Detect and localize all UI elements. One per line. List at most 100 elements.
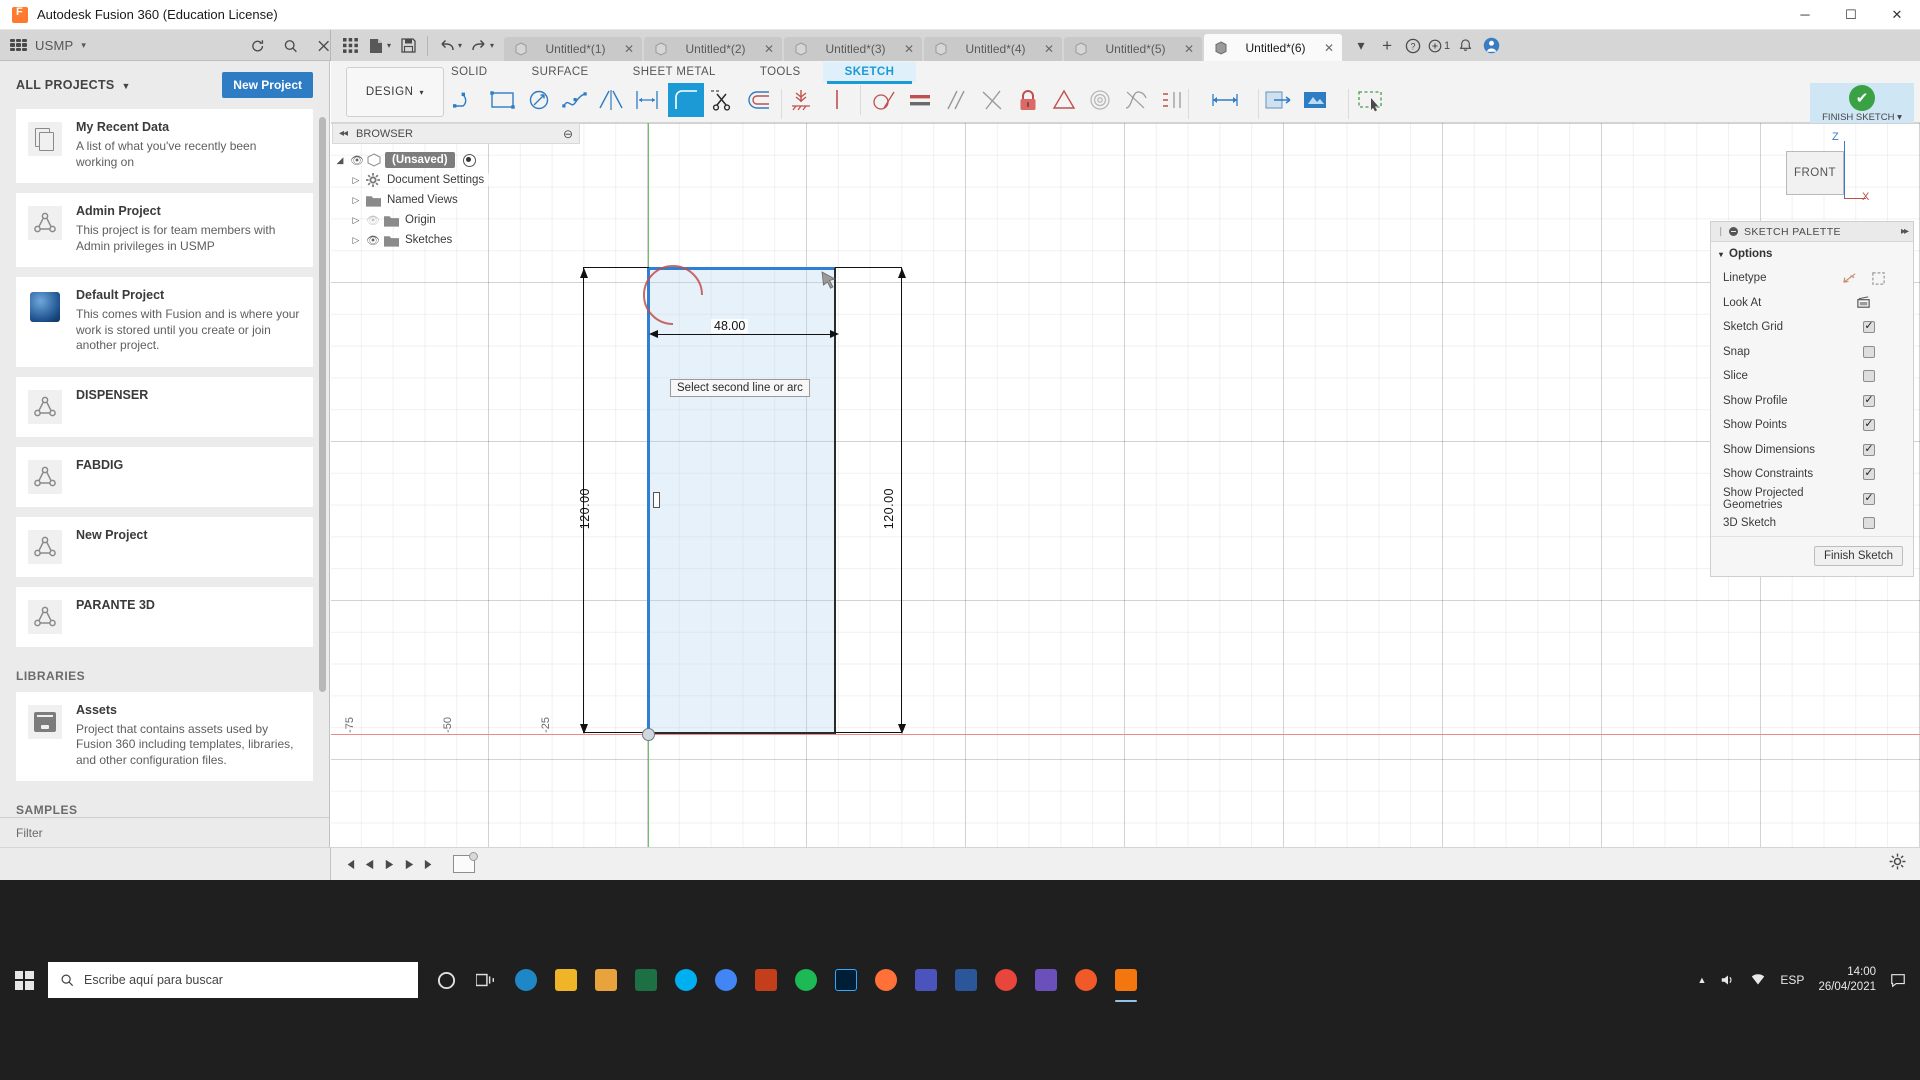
new-document-caret-icon[interactable]: ▾ <box>387 41 391 50</box>
all-projects-dropdown[interactable]: ALL PROJECTS ▼ <box>16 78 131 92</box>
snap-checkbox[interactable] <box>1863 345 1875 358</box>
project-card-parante-3d[interactable]: PARANTE 3D <box>16 586 313 647</box>
firefox-icon[interactable] <box>866 956 906 1004</box>
mirror-icon[interactable] <box>593 83 629 117</box>
tree-node-named-views[interactable]: ▷ Named Views <box>332 190 580 210</box>
project-card-fabdig[interactable]: FABDIG <box>16 446 313 507</box>
show-profile-checkbox[interactable] <box>1863 394 1875 407</box>
palette-row-show-projected-geometries[interactable]: Show Projected Geometries <box>1711 487 1913 512</box>
dimension-icon[interactable] <box>629 83 665 117</box>
sketch-line-bottom[interactable] <box>648 732 836 734</box>
expand-triangle-icon[interactable]: ▷ <box>348 175 364 186</box>
drag-grip-icon[interactable]: ❘ <box>1717 226 1725 237</box>
parallel-constraint-icon[interactable] <box>938 83 974 117</box>
library-card-assets[interactable]: Assets Project that contains assets used… <box>16 691 313 781</box>
close-tab-icon[interactable]: ✕ <box>624 42 634 56</box>
fillet-icon[interactable] <box>668 83 704 117</box>
notification-icon[interactable] <box>1890 972 1906 988</box>
palette-row-show-points[interactable]: Show Points <box>1711 413 1913 438</box>
new-project-button[interactable]: New Project <box>222 72 313 98</box>
bell-icon[interactable] <box>1452 33 1478 59</box>
circle-icon[interactable] <box>521 83 557 117</box>
help-icon[interactable]: ? <box>1400 33 1426 59</box>
doc-tab-untitled-6[interactable]: Untitled*(6) ✕ <box>1204 34 1343 61</box>
viewcube-front-face[interactable]: FRONT <box>1786 151 1844 195</box>
spotify-icon[interactable] <box>786 956 826 1004</box>
paint-icon[interactable] <box>986 956 1026 1004</box>
design-canvas[interactable]: -75 -50 -25 48.00 120.00 120.00 Select s… <box>331 123 1920 847</box>
palette-row-look-at[interactable]: Look At <box>1711 291 1913 316</box>
cortana-icon[interactable] <box>426 956 466 1004</box>
close-tab-icon[interactable]: ✕ <box>1324 41 1334 55</box>
doc-tab-untitled-3[interactable]: Untitled*(3) ✕ <box>784 37 923 61</box>
concentric-constraint-icon[interactable] <box>1082 83 1118 117</box>
search-icon[interactable] <box>283 38 298 54</box>
insert-derive-icon[interactable] <box>1261 83 1297 117</box>
close-tab-icon[interactable]: ✕ <box>1184 42 1194 56</box>
account-icon[interactable] <box>1478 33 1504 59</box>
refresh-icon[interactable] <box>250 38 265 54</box>
fusion360-icon[interactable] <box>1106 956 1146 1004</box>
close-button[interactable]: ✕ <box>1874 0 1920 30</box>
tab-tools[interactable]: TOOLS <box>738 62 823 82</box>
undo-icon[interactable] <box>434 33 460 59</box>
redo-icon[interactable] <box>466 33 492 59</box>
close-tab-icon[interactable]: ✕ <box>904 42 914 56</box>
design-workspace-dropdown[interactable]: DESIGN ▾ <box>346 67 444 117</box>
look-at-icon[interactable] <box>1856 295 1871 310</box>
tangent-constraint-icon[interactable] <box>866 83 902 117</box>
tree-node-unsaved[interactable]: ◢ 👁 (Unsaved) <box>332 150 580 170</box>
expand-triangle-icon[interactable]: ▷ <box>348 195 364 206</box>
construction-line-icon[interactable] <box>1842 271 1857 286</box>
equal-constraint-icon[interactable] <box>902 83 938 117</box>
step-forward-icon[interactable] <box>399 854 419 874</box>
doc-tab-untitled-4[interactable]: Untitled*(4) ✕ <box>924 37 1063 61</box>
close-tab-icon[interactable]: ✕ <box>1044 42 1054 56</box>
app-grid-icon[interactable] <box>337 33 363 59</box>
view-cube[interactable]: Z X FRONT <box>1758 129 1878 229</box>
3d-sketch-checkbox[interactable] <box>1863 517 1875 530</box>
folder-icon[interactable] <box>546 956 586 1004</box>
step-back-icon[interactable] <box>359 854 379 874</box>
project-card-admin-project[interactable]: Admin Project This project is for team m… <box>16 193 313 267</box>
show-dimensions-checkbox[interactable] <box>1863 443 1875 456</box>
finish-sketch-button[interactable]: ✔ FINISH SKETCH ▾ <box>1810 83 1914 123</box>
project-card-new-project[interactable]: New Project <box>16 516 313 577</box>
show-points-checkbox[interactable] <box>1863 419 1875 432</box>
project-card-dispenser[interactable]: DISPENSER <box>16 376 313 437</box>
dimension-height-left-value[interactable]: 120.00 <box>578 488 592 529</box>
go-to-end-icon[interactable] <box>419 854 439 874</box>
new-document-icon[interactable] <box>363 33 389 59</box>
spline-icon[interactable] <box>557 83 593 117</box>
minimize-icon[interactable] <box>1728 227 1738 236</box>
close-tab-icon[interactable]: ✕ <box>764 42 774 56</box>
tree-node-origin[interactable]: ▷ 👁 Origin <box>332 210 580 230</box>
activate-component-radio[interactable] <box>462 153 476 167</box>
tab-surface[interactable]: SURFACE <box>510 62 611 82</box>
windows-start-icon[interactable] <box>0 956 48 1004</box>
tray-language[interactable]: ESP <box>1780 973 1804 987</box>
timeline-marker-icon[interactable] <box>453 852 478 873</box>
maximize-button[interactable]: ☐ <box>1828 0 1874 30</box>
project-card-my-recent-data[interactable]: My Recent Data A list of what you've rec… <box>16 109 313 183</box>
expand-triangle-icon[interactable]: ▷ <box>348 235 364 246</box>
centerline-icon[interactable] <box>1871 271 1886 286</box>
palette-finish-sketch-button[interactable]: Finish Sketch <box>1813 546 1903 566</box>
doc-tab-untitled-2[interactable]: Untitled*(2) ✕ <box>644 37 783 61</box>
origin-point-icon[interactable] <box>642 728 655 741</box>
curvature-constraint-icon[interactable] <box>1118 83 1154 117</box>
palette-row-sketch-grid[interactable]: Sketch Grid <box>1711 315 1913 340</box>
visibility-eye-off-icon[interactable]: 👁 <box>364 214 382 227</box>
palette-row-snap[interactable]: Snap <box>1711 340 1913 365</box>
tree-node-document-settings[interactable]: ▷ Document Settings <box>332 170 580 190</box>
timeline-settings-icon[interactable] <box>1889 853 1906 875</box>
sketch-profile-fill[interactable] <box>648 268 835 733</box>
volume-icon[interactable] <box>1720 972 1736 988</box>
minimize-button[interactable]: ─ <box>1782 0 1828 30</box>
show-projected-geometries-checkbox[interactable] <box>1863 492 1875 505</box>
browser2-icon[interactable] <box>1066 956 1106 1004</box>
tab-overflow-caret-icon[interactable]: ▾ <box>1348 33 1374 59</box>
data-panel-scroll-area[interactable]: My Recent Data A list of what you've rec… <box>0 109 329 847</box>
taskbar-search-input[interactable]: Escribe aquí para buscar <box>48 962 418 998</box>
undo-caret-icon[interactable]: ▾ <box>458 41 462 50</box>
